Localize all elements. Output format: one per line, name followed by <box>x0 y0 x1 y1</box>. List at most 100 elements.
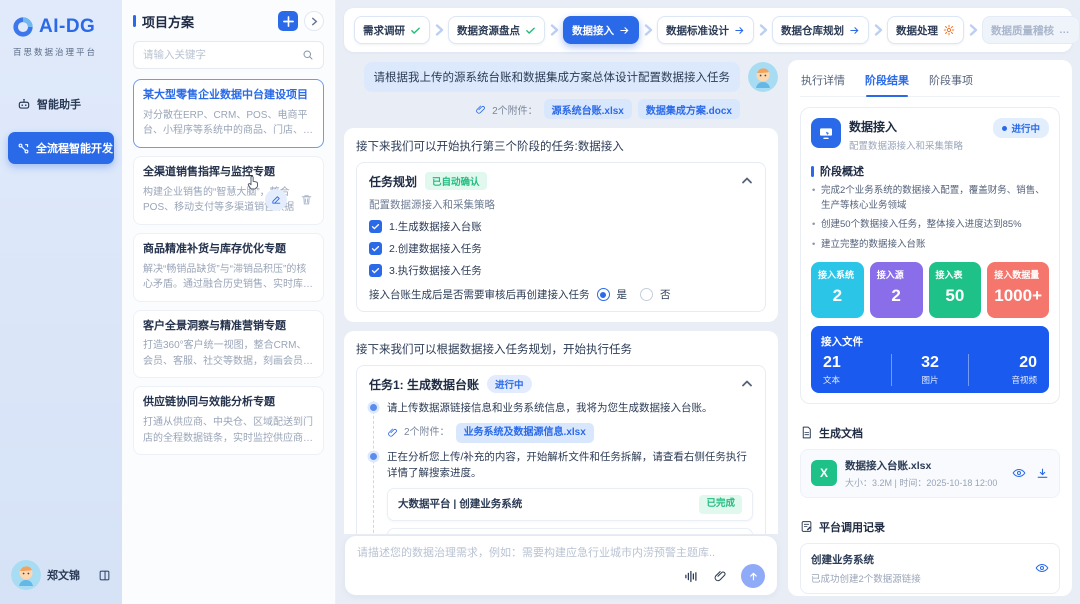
project-card[interactable]: 全渠道销售指挥与监控专题 构建企业销售的“智慧大脑”，整合POS、移动支付等多渠… <box>133 156 324 225</box>
subtask-row[interactable]: 大数据平台 | 创建数据源 已完成 <box>387 528 753 535</box>
radio-yes[interactable] <box>597 288 610 301</box>
stage-title: 数据接入 <box>849 118 963 135</box>
status-badge: 已完成 <box>699 495 742 513</box>
send-button[interactable] <box>741 564 765 588</box>
chevron-up-icon[interactable] <box>741 378 753 390</box>
project-card[interactable]: 客户全景洞察与精准营销专题 打造360°客户统一视图，整合CRM、会员、客服、社… <box>133 310 324 379</box>
attach-file-icon[interactable] <box>713 569 727 583</box>
attachments-count-label: 2个附件： <box>404 425 450 440</box>
download-icon[interactable] <box>1036 467 1049 480</box>
app-name: AI-DG <box>39 16 95 38</box>
timeline-item: 请上传数据源链接信息和业务系统信息，我将为您生成数据接入台账。 2个附件： 业务… <box>387 401 753 443</box>
stat-files-tile: 接入文件 21 文本 32 图片 20 音视频 <box>811 326 1049 393</box>
app-sidebar: AI-DG 百思数据治理平台 智能助手 全流程智能开发 郑文锦 <box>0 0 122 604</box>
tab-execution-detail[interactable]: 执行详情 <box>800 64 846 96</box>
task-plan-card: 任务规划 已自动确认 配置数据源接入和采集策略 1.生成数据接入台账 <box>356 162 766 312</box>
workflow-icon <box>17 142 30 155</box>
stage-subtitle: 配置数据源接入和采集策略 <box>849 138 963 152</box>
flow-arrow-icon <box>548 24 560 36</box>
assistant-message-plan: 接下来我们可以开始执行第三个阶段的任务:数据接入 任务规划 已自动确认 配置数据… <box>344 128 778 322</box>
search-input[interactable] <box>143 49 296 61</box>
project-card-title: 客户全景洞察与精准营销专题 <box>143 319 314 334</box>
platform-record[interactable]: 创建业务系统 已成功创建2个数据源链接 <box>800 543 1060 594</box>
chevron-up-icon[interactable] <box>741 175 753 187</box>
stage-overview-title: 阶段概述 <box>811 163 1049 179</box>
flow-arrow-icon <box>967 24 979 36</box>
preview-icon[interactable] <box>1012 466 1026 480</box>
workflow-step-quality[interactable]: 数据质量稽核 … <box>982 16 1080 44</box>
file-name: 数据接入台账.xlsx <box>845 458 997 473</box>
flow-arrow-icon <box>757 24 769 36</box>
voice-input-icon[interactable] <box>684 570 699 583</box>
workflow-bar: 需求调研 数据资源盘点 数据接入 数据标准设计 数据仓库规划 数据处理 <box>344 8 1072 52</box>
stage-summary-card: 数据接入 配置数据源接入和采集策略 进行中 阶段概述 完成2个业务系统的数据接入… <box>800 107 1060 404</box>
workflow-step-standards[interactable]: 数据标准设计 <box>657 16 754 44</box>
workflow-step-inventory[interactable]: 数据资源盘点 <box>448 16 545 44</box>
chat-user-avatar <box>748 62 778 92</box>
stage-result-panel: 执行详情 阶段结果 阶段事项 数据接入 配置数据源接入和采集策略 进行中 阶段概… <box>788 60 1072 596</box>
files-stat-image: 32 图片 <box>891 354 968 386</box>
workflow-step-requirements[interactable]: 需求调研 <box>354 16 430 44</box>
tab-stage-items[interactable]: 阶段事项 <box>928 64 974 96</box>
task1-title: 任务1: 生成数据台账 <box>369 376 479 393</box>
excel-file-icon: X <box>811 460 837 486</box>
files-stat-av: 20 音视频 <box>968 354 1039 386</box>
checklist-item: 2.创建数据接入任务 <box>389 241 482 256</box>
document-icon <box>800 426 813 439</box>
edit-project-icon[interactable] <box>265 189 287 211</box>
add-project-button[interactable] <box>278 11 298 31</box>
preview-icon[interactable] <box>1035 561 1049 575</box>
user-name: 郑文锦 <box>47 567 92 583</box>
gear-icon <box>943 24 955 36</box>
tab-stage-result[interactable]: 阶段结果 <box>864 64 910 96</box>
flow-arrow-icon <box>872 24 884 36</box>
check-icon <box>410 25 421 36</box>
record-icon <box>800 520 813 533</box>
task-plan-title: 任务规划 <box>369 173 417 190</box>
checkbox-checked[interactable] <box>369 264 382 277</box>
ellipsis-icon: … <box>1059 24 1071 36</box>
status-badge: 已自动确认 <box>425 172 487 190</box>
project-card-desc: 打通从供应商、中央仓、区域配送到门店的全程数据链条，实时监控供应商交货准时率、商… <box>143 415 314 446</box>
attachment-file[interactable]: 数据集成方案.docx <box>638 99 740 119</box>
overview-bullet: 创建50个数据接入任务，整体接入进度达到85% <box>811 217 1049 232</box>
sidebar-item-assistant[interactable]: 智能助手 <box>8 88 114 120</box>
logout-icon[interactable] <box>98 569 111 582</box>
workflow-step-processing[interactable]: 数据处理 <box>887 16 964 44</box>
assistant-intro: 接下来我们可以开始执行第三个阶段的任务:数据接入 <box>356 138 766 154</box>
search-icon[interactable] <box>302 49 314 61</box>
workflow-step-data-access[interactable]: 数据接入 <box>563 16 639 44</box>
project-card-title: 供应链协同与效能分析专题 <box>143 395 314 410</box>
attachment-file[interactable]: 源系统台账.xlsx <box>544 99 632 119</box>
overview-bullet: 建立完整的数据接入台账 <box>811 237 1049 252</box>
sidebar-item-label: 智能助手 <box>37 96 81 112</box>
checkbox-checked[interactable] <box>369 220 382 233</box>
workflow-step-warehouse[interactable]: 数据仓库规划 <box>772 16 869 44</box>
chat-input[interactable] <box>357 544 765 562</box>
project-panel: 项目方案 某大型零售企业数据中台建设项目 对分散在ERP、CRM、POS、电商平… <box>122 0 336 604</box>
stat-tables: 接入表 50 <box>929 262 982 318</box>
flow-arrow-icon <box>642 24 654 36</box>
app-logo: AI-DG <box>8 16 114 38</box>
subtask-row[interactable]: 大数据平台 | 创建业务系统 已完成 <box>387 488 753 520</box>
project-card[interactable]: 供应链协同与效能分析专题 打通从供应商、中央仓、区域配送到门店的全程数据链条，实… <box>133 386 324 455</box>
project-card[interactable]: 某大型零售企业数据中台建设项目 对分散在ERP、CRM、POS、电商平台、小程序… <box>133 79 324 148</box>
collapse-panel-button[interactable] <box>304 11 324 31</box>
checkbox-checked[interactable] <box>369 242 382 255</box>
check-icon <box>525 25 536 36</box>
stat-sources: 接入源 2 <box>870 262 923 318</box>
status-badge: 进行中 <box>487 375 532 393</box>
generated-file-card[interactable]: X 数据接入台账.xlsx 大小：3.2M | 时间：2025-10-18 12… <box>800 449 1060 498</box>
user-avatar[interactable] <box>11 560 41 590</box>
robot-icon <box>17 97 31 111</box>
radio-yes-label: 是 <box>617 287 628 302</box>
project-card[interactable]: 商品精准补货与库存优化专题 解决“畅销品缺货”与“滞销品积压”的核心矛盾。通过融… <box>133 233 324 302</box>
sidebar-item-full-process[interactable]: 全流程智能开发 <box>8 132 114 164</box>
delete-project-icon[interactable] <box>300 193 313 206</box>
attachment-file[interactable]: 业务系统及数据源信息.xlsx <box>456 423 594 443</box>
timeline-item: 正在分析您上传/补充的内容，开始解析文件和任务拆解，请查看右侧任务执行详情了解搜… <box>387 450 753 534</box>
radio-no[interactable] <box>640 288 653 301</box>
stat-volume: 接入数据量 1000+ <box>987 262 1049 318</box>
main-area: 需求调研 数据资源盘点 数据接入 数据标准设计 数据仓库规划 数据处理 <box>336 0 1080 604</box>
project-panel-title: 项目方案 <box>133 12 272 31</box>
